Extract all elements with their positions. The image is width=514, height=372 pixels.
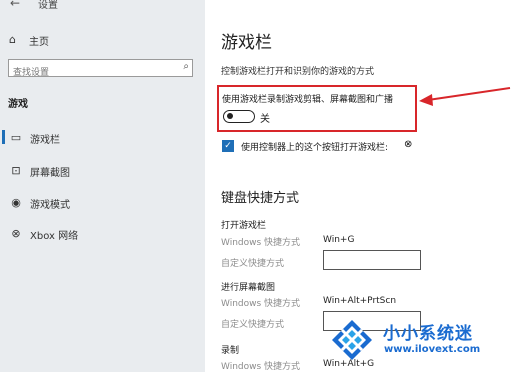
watermark-title: 小小系统迷: [383, 324, 473, 344]
watermark-logo: [332, 320, 372, 360]
annotation-arrow: [419, 87, 511, 106]
arrow-shaft: [427, 87, 511, 101]
arrow-head: [419, 94, 433, 106]
watermark-url: www.ilovext.com: [384, 344, 481, 355]
